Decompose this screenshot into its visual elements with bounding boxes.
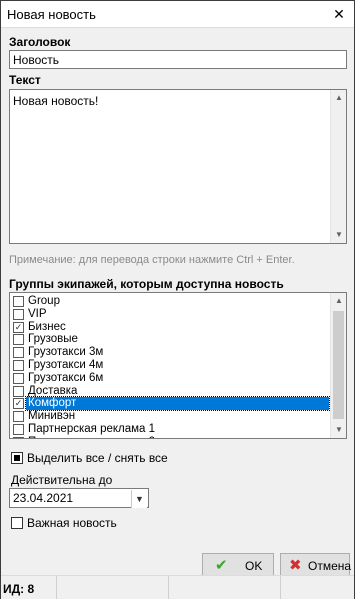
list-item-checkbox[interactable]: ✓ [13,398,24,410]
important-box[interactable] [11,517,23,529]
list-item-checkbox[interactable] [13,308,24,320]
ok-button-label: OK [245,559,263,573]
list-item-label: Бизнес [28,320,66,333]
close-icon[interactable]: ✕ [328,4,350,24]
dialog-window: Новая новость ✕ Заголовок Новость Текст … [0,0,355,599]
valid-until-value: 23.04.2021 [13,491,74,505]
list-item[interactable]: Грузотакси 6м [11,372,329,385]
chevron-up-icon[interactable]: ▲ [331,293,346,309]
list-item-label: Партнерская реклама 2 [28,436,155,438]
list-item-label: Грузотакси 6м [28,371,104,384]
list-item-checkbox[interactable] [13,424,24,435]
list-item-label: Грузотакси 4м [28,359,104,371]
list-item[interactable]: Грузотакси 4м [11,359,329,372]
chevron-down-icon[interactable]: ▼ [131,490,147,508]
list-item-checkbox[interactable] [13,436,24,438]
list-item[interactable]: Грузотакси 3м [11,346,329,359]
list-item-label: Грузовые [28,333,78,346]
valid-until-label: Действительна до [11,473,113,487]
status-id: ИД: 8 [3,582,35,596]
list-item-label: Доставка [28,384,78,397]
important-label: Важная новость [27,516,117,530]
groups-label: Группы экипажей, которым доступна новост… [9,277,284,291]
status-cell [169,576,281,599]
list-item-checkbox[interactable] [13,347,24,359]
list-item[interactable]: ✓ Комфорт [11,396,330,412]
list-item-label: Партнерская реклама 1 [28,423,156,435]
list-item-checkbox[interactable] [13,411,24,423]
list-item-label: Грузотакси 3м [28,346,104,359]
chevron-down-icon[interactable]: ▼ [331,422,346,438]
title-bar: Новая новость ✕ [1,1,354,28]
list-item[interactable]: VIP [11,308,329,321]
groups-list[interactable]: Партнерская реклама 2Партнерская реклама… [9,292,347,439]
list-item[interactable]: ✓ Бизнес [11,321,329,334]
window-title: Новая новость [7,7,96,22]
chevron-down-icon[interactable]: ▼ [331,227,347,243]
list-item-checkbox[interactable] [13,372,24,384]
list-item-checkbox[interactable]: ✓ [13,321,24,333]
check-icon: ✔ [215,557,228,574]
status-cell-id: ИД: 8 [1,576,57,599]
status-bar: ИД: 8 [1,575,354,599]
text-label: Текст [9,73,41,87]
select-all-box[interactable] [11,452,23,464]
important-checkbox[interactable]: Важная новость [11,516,211,531]
list-item-checkbox[interactable] [13,296,24,307]
list-item[interactable]: Group [11,295,329,308]
groups-list-scrollbar[interactable]: ▲ ▼ [330,293,346,438]
list-item-label: Минивэн [28,410,76,423]
heading-input-value: Новость [13,53,60,67]
text-hint: Примечание: для перевода строки нажмите … [9,254,295,266]
list-item-label: Комфорт [25,396,330,412]
heading-label: Заголовок [9,35,71,49]
list-item[interactable]: Партнерская реклама 1 [11,423,329,436]
valid-until-date-picker[interactable]: 23.04.2021 ▼ [9,488,149,508]
select-all-label: Выделить все / снять все [27,451,168,465]
list-item[interactable]: Партнерская реклама 2 [11,436,329,438]
chevron-up-icon[interactable]: ▲ [331,90,347,106]
heading-input[interactable]: Новость [9,50,347,69]
list-item[interactable]: Грузовые [11,333,329,346]
list-item-label: Group [28,295,60,307]
text-area[interactable]: Новая новость! ▲ ▼ [9,89,347,244]
text-area-value: Новая новость! [13,94,99,108]
cancel-button-label: Отмена [308,559,352,573]
cancel-icon: ✖ [289,557,302,574]
scroll-thumb[interactable] [333,311,344,419]
status-cell [57,576,169,599]
list-item-checkbox[interactable] [13,334,24,346]
text-area-scrollbar[interactable]: ▲ ▼ [330,90,346,243]
list-item[interactable]: Минивэн [11,410,329,423]
list-item-checkbox[interactable] [13,385,24,397]
list-item-label: VIP [28,307,47,320]
select-all-checkbox[interactable]: Выделить все / снять все [11,451,211,466]
list-item-checkbox[interactable] [13,360,24,371]
list-item[interactable]: Доставка [11,385,329,398]
